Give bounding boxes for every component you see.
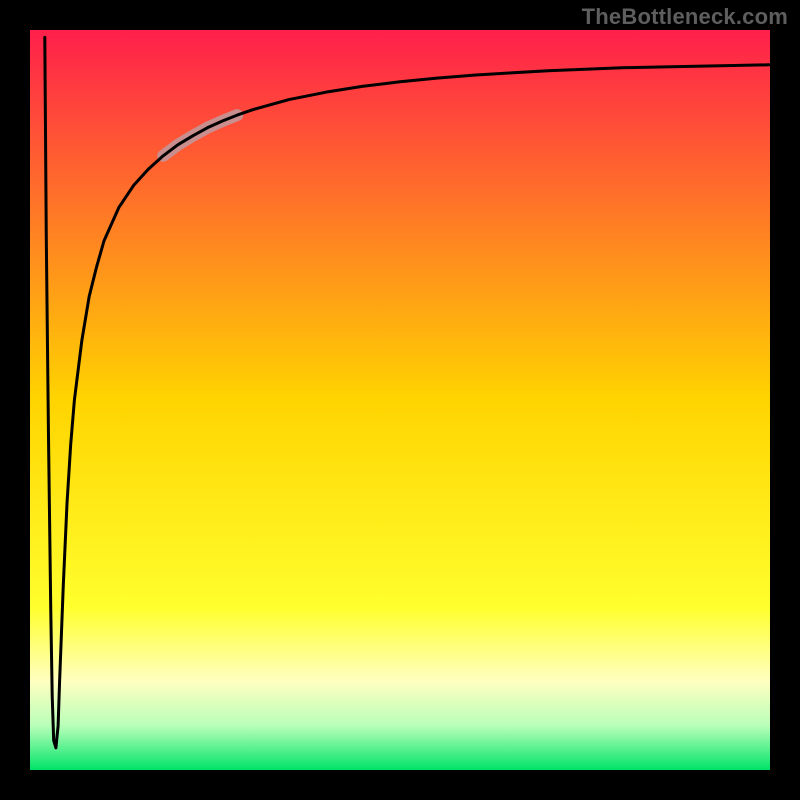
gradient-background xyxy=(30,30,770,770)
plot-area xyxy=(30,30,770,770)
plot-svg xyxy=(30,30,770,770)
watermark-text: TheBottleneck.com xyxy=(582,4,788,30)
chart-stage: TheBottleneck.com xyxy=(0,0,800,800)
